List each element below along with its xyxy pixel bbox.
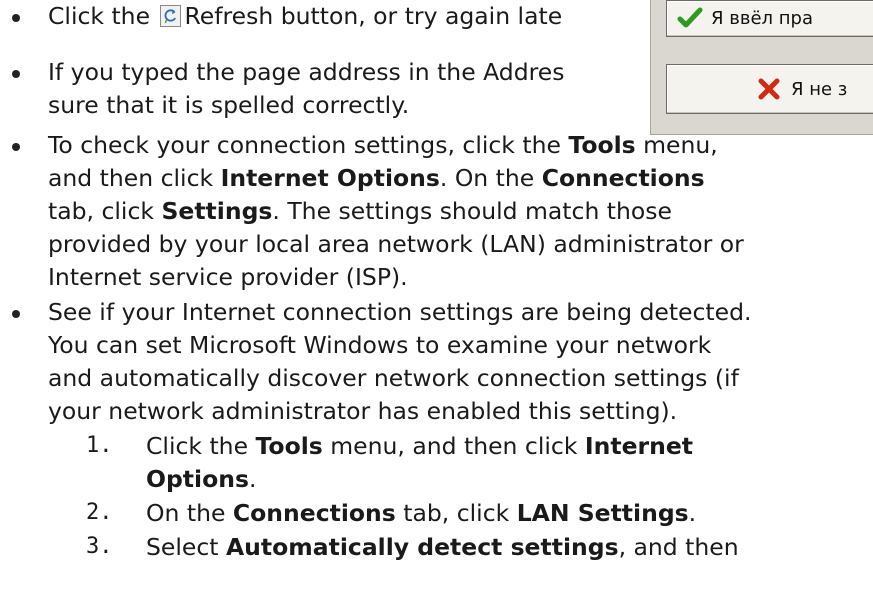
bullet-icon [12,70,20,78]
text-fragment: To check your connection settings, click… [48,131,569,159]
connections-ref: Connections [232,499,396,527]
auto-detect-ref: Automatically detect settings [225,533,619,561]
internet-options-ref: Options [146,465,249,493]
text-line: tab, click Settings. The settings should… [48,197,672,225]
text-fragment: . [688,499,697,527]
text-fragment: tab, click [395,499,517,527]
text-fragment: Select [146,533,226,561]
step-number: 2. [86,500,113,525]
text-fragment: menu, and then click [322,432,585,460]
text-line: See if your Internet connection settings… [48,298,752,326]
text-line: On the Connections tab, click LAN Settin… [146,499,697,527]
confirmation-dialog: Я ввёл пра Я не з [650,0,873,135]
bullet-icon [12,14,20,22]
error-page: Click the Refresh button, or try again l… [0,0,873,590]
text-fragment: . [248,465,257,493]
text-line: Options. [146,465,257,493]
text-line: You can set Microsoft Windows to examine… [48,331,712,359]
text-fragment: . The settings should match those [272,197,672,225]
text-line: provided by your local area network (LAN… [48,230,744,258]
text-fragment: and then click [48,164,221,192]
internet-options-ref: Internet [584,432,694,460]
tools-menu-ref: Tools [568,131,636,159]
text-line: To check your connection settings, click… [48,131,718,159]
refresh-icon[interactable] [159,5,181,27]
text-fragment: . On the [439,164,542,192]
checkmark-icon [677,5,703,36]
text-line: and then click Internet Options. On the … [48,164,705,192]
text-fragment: Click the [48,2,158,30]
text-line: Select Automatically detect settings, an… [146,533,739,561]
confirm-label: Я ввёл пра [711,8,813,29]
internet-options-ref: Internet Options [220,164,440,192]
text-line: Internet service provider (ISP). [48,263,408,291]
cancel-button[interactable]: Я не з [666,64,873,114]
text-line: Click the Refresh button, or try again l… [48,2,563,30]
text-line: If you typed the page address in the Add… [48,58,565,86]
text-fragment: Refresh button, or try again late [184,2,563,30]
text-fragment: Click the [146,432,256,460]
step-number: 1. [86,433,113,458]
tools-menu-ref: Tools [255,432,323,460]
text-fragment: menu, [635,131,718,159]
text-line: Click the Tools menu, and then click Int… [146,432,694,460]
text-line: your network administrator has enabled t… [48,397,678,425]
text-line: and automatically discover network conne… [48,364,739,392]
lan-settings-ref: LAN Settings [516,499,689,527]
text-fragment: tab, click [48,197,162,225]
text-fragment: On the [146,499,233,527]
settings-ref: Settings [161,197,273,225]
bullet-icon [12,143,20,151]
text-fragment: , and then [618,533,739,561]
connections-ref: Connections [541,164,705,192]
bullet-icon [12,310,20,318]
text-line: sure that it is spelled correctly. [48,91,410,119]
confirm-button[interactable]: Я ввёл пра [666,0,873,37]
cancel-label: Я не з [791,79,848,100]
x-icon [757,77,781,106]
step-number: 3. [86,534,113,559]
